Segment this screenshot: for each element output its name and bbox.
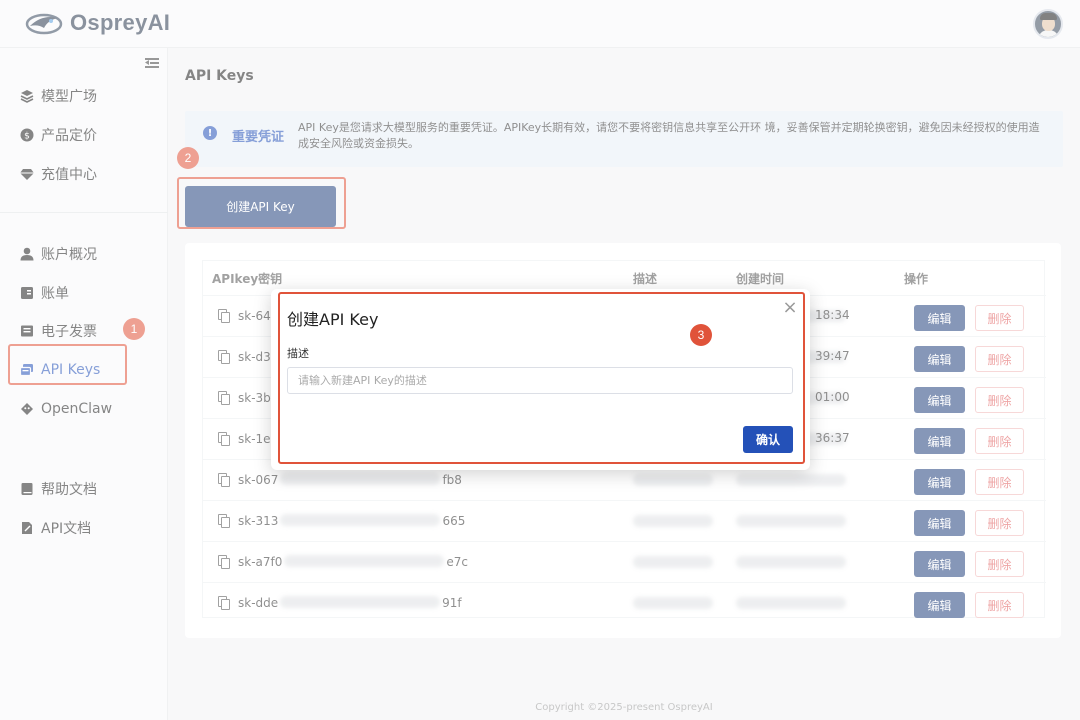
annotation-highlight-dialog [278, 292, 805, 464]
annotation-badge-3: 3 [690, 324, 712, 346]
